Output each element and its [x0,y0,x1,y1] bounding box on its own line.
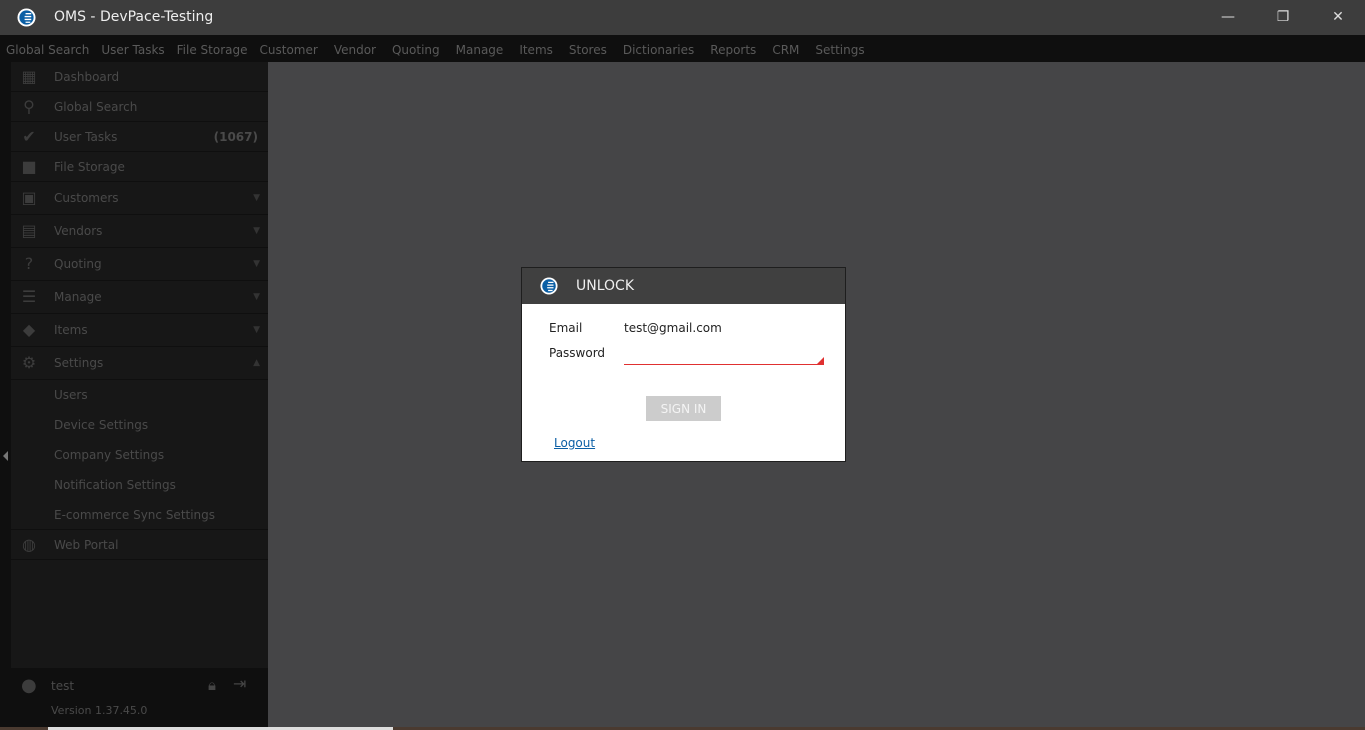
user-avatar-icon: ● [21,675,37,696]
menu-file-storage[interactable]: File Storage [177,35,248,62]
menu-customer[interactable]: Customer [260,35,318,62]
app-logo-icon [17,8,36,27]
globe-icon: ◍ [22,534,36,554]
dialog-title: UNLOCK [576,278,634,294]
maximize-button[interactable]: ❐ [1260,0,1306,35]
sidebar-item-global-search[interactable]: ⚲ Global Search [11,92,268,122]
sidebar: ▦ Dashboard ⚲ Global Search ✔ User Tasks (10… [11,62,268,668]
menu-dictionaries[interactable]: Dictionaries [623,35,694,62]
validation-error-icon [816,357,824,365]
sidebar-item-label: Items [54,323,88,337]
chevron-down-icon: ▼ [253,259,260,269]
unlock-dialog: UNLOCK Email test@gmail.com Password SIG… [521,267,846,462]
chevron-up-icon: ▲ [253,358,260,368]
person-icon: ▣ [21,188,37,207]
clipboard-icon: ☰ [21,287,37,306]
check-circle-icon: ✔ [22,126,36,146]
minimize-button[interactable]: — [1205,0,1251,35]
menu-manage[interactable]: Manage [456,35,504,62]
sidebar-item-file-storage[interactable]: ■ File Storage [11,152,268,182]
password-label: Password [549,346,606,360]
search-icon: ⚲ [23,96,35,116]
password-input[interactable] [624,346,824,365]
email-label: Email [549,321,583,335]
menu-crm[interactable]: CRM [772,35,799,62]
task-count-badge: (1067) [213,129,258,144]
sidebar-item-label: Settings [54,356,104,370]
app-logo-icon [540,277,558,295]
sidebar-item-label: Web Portal [54,537,119,552]
clipboard-question-icon: ? [24,254,34,273]
folder-icon: ■ [21,156,37,176]
chevron-down-icon: ▼ [253,325,260,335]
sidebar-item-items[interactable]: ◆ Items ▼ [11,314,268,347]
menu-bar: Global Search User Tasks File Storage Cu… [0,35,1365,62]
sidebar-item-label: Customers [54,191,119,205]
sidebar-item-label: Global Search [54,99,138,114]
title-bar: OMS - DevPace-Testing — ❐ ✕ [0,0,1365,35]
dialog-header: UNLOCK [522,268,845,304]
sidebar-item-manage[interactable]: ☰ Manage ▼ [11,281,268,314]
store-icon: ▤ [21,221,37,240]
collapse-arrow-icon[interactable] [3,451,8,461]
logout-icon[interactable]: ⇥ [233,674,246,693]
sidebar-item-customers[interactable]: ▣ Customers ▼ [11,182,268,215]
lock-icon[interactable]: 🔒︎ [208,676,216,694]
sidebar-item-vendors[interactable]: ▤ Vendors ▼ [11,215,268,248]
sign-in-button[interactable]: SIGN IN [646,396,721,421]
tag-icon: ◆ [22,320,36,339]
menu-vendor[interactable]: Vendor [334,35,376,62]
gear-icon: ⚙ [21,353,37,372]
user-name: test [51,679,75,693]
sidebar-item-label: Dashboard [54,69,120,84]
email-value: test@gmail.com [624,321,722,335]
sidebar-item-label: Manage [54,290,102,304]
window-title: OMS - DevPace-Testing [54,9,214,25]
sidebar-item-label: Quoting [54,257,102,271]
dashboard-icon: ▦ [21,66,37,86]
sidebar-item-settings[interactable]: ⚙ Settings ▲ [11,347,268,380]
sidebar-collapse-strip[interactable] [0,62,11,730]
sidebar-subitem-company-settings[interactable]: Company Settings [11,440,268,470]
sidebar-item-label: Vendors [54,224,103,238]
version-label: Version 1.37.45.0 [51,704,148,717]
sidebar-subitem-ecommerce-sync[interactable]: E-commerce Sync Settings [11,500,268,530]
sidebar-subitem-notification-settings[interactable]: Notification Settings [11,470,268,500]
sidebar-subitem-device-settings[interactable]: Device Settings [11,410,268,440]
menu-global-search[interactable]: Global Search [6,35,89,62]
sidebar-item-quoting[interactable]: ? Quoting ▼ [11,248,268,281]
close-button[interactable]: ✕ [1315,0,1361,35]
chevron-down-icon: ▼ [253,226,260,236]
sidebar-item-web-portal[interactable]: ◍ Web Portal [11,530,268,560]
menu-quoting[interactable]: Quoting [392,35,440,62]
menu-reports[interactable]: Reports [710,35,756,62]
sidebar-subitem-users[interactable]: Users [11,380,268,410]
sidebar-item-label: File Storage [54,159,125,174]
chevron-down-icon: ▼ [253,193,260,203]
menu-settings[interactable]: Settings [815,35,864,62]
menu-items[interactable]: Items [519,35,553,62]
menu-stores[interactable]: Stores [569,35,607,62]
sidebar-item-user-tasks[interactable]: ✔ User Tasks (1067) [11,122,268,152]
chevron-down-icon: ▼ [253,292,260,302]
logout-link[interactable]: Logout [554,436,595,450]
user-panel: ● test 🔒︎ ⇥ Version 1.37.45.0 [11,668,268,730]
sidebar-item-dashboard[interactable]: ▦ Dashboard [11,62,268,92]
sidebar-item-label: User Tasks [54,129,118,144]
menu-user-tasks[interactable]: User Tasks [101,35,164,62]
